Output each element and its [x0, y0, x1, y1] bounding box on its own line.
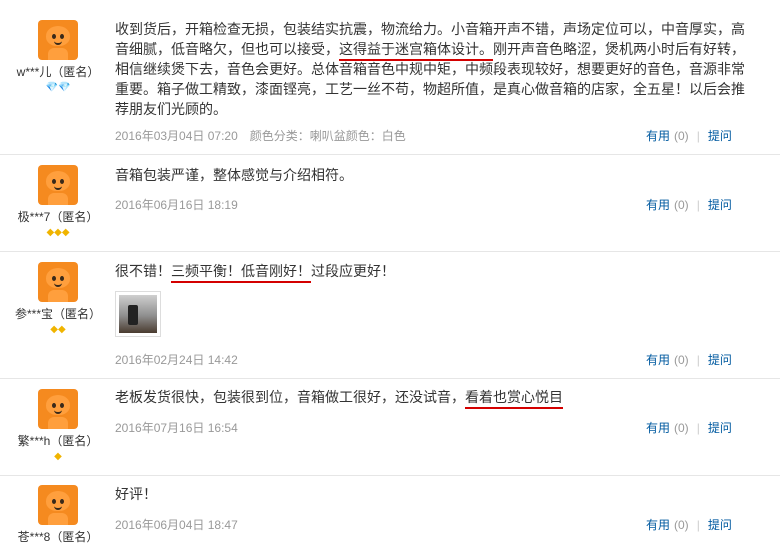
- useful-count: (0): [674, 353, 689, 367]
- avatar[interactable]: [38, 165, 78, 205]
- reviewer-info: w***儿（匿名） 💎💎: [8, 20, 108, 93]
- reviewer-name: 繁***h（匿名）: [17, 434, 99, 448]
- reviewer-info: 参***宝（匿名） ◆◆: [8, 262, 108, 335]
- review-item: 繁***h（匿名） ◆ 老板发货很快，包装很到位，音箱做工很好，还没试音，看着也…: [0, 379, 780, 476]
- ask-button[interactable]: 提问: [708, 129, 732, 143]
- review-actions: 有用 (0) | 提问: [646, 198, 732, 212]
- member-level-icon: 💎💎: [45, 82, 71, 93]
- avatar[interactable]: [38, 389, 78, 429]
- useful-count: (0): [674, 198, 689, 212]
- useful-button[interactable]: 有用: [646, 198, 670, 212]
- useful-count: (0): [674, 421, 689, 435]
- review-actions: 有用 (0) | 提问: [646, 421, 732, 435]
- avatar-face: [46, 491, 70, 511]
- review-item: w***儿（匿名） 💎💎 收到货后，开箱检查无损，包装结实抗震，物流给力。小音箱…: [0, 0, 780, 155]
- reviewer-name: w***儿（匿名）: [16, 65, 100, 79]
- review-actions: 有用 (0) | 提问: [646, 518, 732, 532]
- reviewer-name: 参***宝（匿名）: [14, 307, 101, 321]
- ask-button[interactable]: 提问: [708, 198, 732, 212]
- review-item: 极***7（匿名） ◆◆◆ 音箱包装严谨，整体感觉与介绍相符。 2016年06月…: [0, 155, 780, 252]
- ask-button[interactable]: 提问: [708, 518, 732, 532]
- review-date: 2016年03月04日 07:20: [115, 129, 238, 143]
- review-text: 很不错！三频平衡！低音刚好！过段应更好！: [115, 262, 750, 283]
- review-meta: 2016年02月24日 14:42: [115, 351, 238, 368]
- review-meta: 2016年07月16日 16:54: [115, 419, 238, 436]
- reviewer-name: 苍***8（匿名）: [17, 530, 99, 544]
- avatar-face: [46, 268, 70, 288]
- review-actions: 有用 (0) | 提问: [646, 129, 732, 143]
- useful-button[interactable]: 有用: [646, 129, 670, 143]
- reviewer-info: 极***7（匿名） ◆◆◆: [8, 165, 108, 238]
- review-text: 好评！: [115, 487, 157, 503]
- review-date: 2016年06月04日 18:47: [115, 518, 238, 532]
- avatar-face: [46, 395, 70, 415]
- avatar-face: [46, 26, 70, 46]
- useful-button[interactable]: 有用: [646, 421, 670, 435]
- member-level-icon: ◆◆: [50, 324, 66, 335]
- review-date: 2016年06月16日 18:19: [115, 198, 238, 212]
- avatar-face: [46, 171, 70, 191]
- review-text: 收到货后，开箱检查无损，包装结实抗震，物流给力。小音箱开声不错，声场定位可以，中…: [115, 22, 745, 118]
- ask-button[interactable]: 提问: [708, 353, 732, 367]
- highlighted-text: 三频平衡！低音刚好！: [171, 264, 311, 283]
- photo-image: [119, 295, 157, 333]
- reviewer-info: 苍***8（匿名）: [8, 485, 108, 545]
- member-level-icon: ◆◆◆: [46, 227, 70, 238]
- review-meta: 2016年06月04日 18:47: [115, 516, 238, 533]
- review-meta: 2016年03月04日 07:20 颜色分类：喇叭盆颜色：白色: [115, 127, 406, 144]
- review-text: 音箱包装严谨，整体感觉与介绍相符。: [115, 168, 353, 184]
- reviewer-info: 繁***h（匿名） ◆: [8, 389, 108, 462]
- review-meta: 2016年06月16日 18:19: [115, 196, 238, 213]
- member-level-icon: ◆: [54, 451, 62, 462]
- reviewer-name: 极***7（匿名）: [17, 210, 99, 224]
- useful-button[interactable]: 有用: [646, 518, 670, 532]
- useful-button[interactable]: 有用: [646, 353, 670, 367]
- useful-count: (0): [674, 129, 689, 143]
- product-spec: 颜色分类：喇叭盆颜色：白色: [249, 129, 406, 143]
- avatar[interactable]: [38, 20, 78, 60]
- review-date: 2016年07月16日 16:54: [115, 421, 238, 435]
- review-photo-thumbnail[interactable]: [115, 291, 161, 337]
- highlighted-text: 这得益于迷宫箱体设计。: [339, 42, 493, 61]
- avatar[interactable]: [38, 485, 78, 525]
- review-item: 参***宝（匿名） ◆◆ 很不错！三频平衡！低音刚好！过段应更好！ 2016年0…: [0, 252, 780, 379]
- review-actions: 有用 (0) | 提问: [646, 353, 732, 367]
- review-item: 苍***8（匿名） 好评！ 2016年06月04日 18:47 有用 (0) | 提问: [0, 476, 780, 551]
- useful-count: (0): [674, 518, 689, 532]
- highlighted-text: 看着也赏心悦目: [465, 390, 563, 409]
- ask-button[interactable]: 提问: [708, 421, 732, 435]
- review-text: 老板发货很快，包装很到位，音箱做工很好，还没试音，看着也赏心悦目: [115, 388, 750, 409]
- avatar[interactable]: [38, 262, 78, 302]
- review-date: 2016年02月24日 14:42: [115, 353, 238, 367]
